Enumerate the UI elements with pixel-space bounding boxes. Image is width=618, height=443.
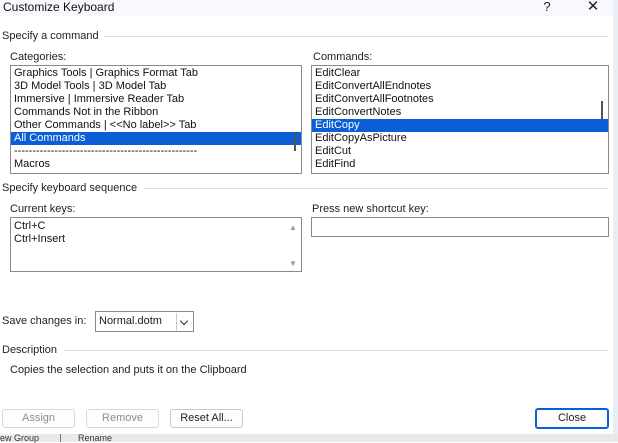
background-rename-label: Rename <box>78 433 113 443</box>
background-group-label: ew Group <box>0 433 40 443</box>
dialog-title: Customize Keyboard <box>3 0 115 14</box>
specify-command-heading: Specify a command <box>2 30 99 42</box>
commands-label: Commands: <box>313 51 373 63</box>
description-heading: Description <box>2 344 58 356</box>
scroll-thumb[interactable] <box>294 133 296 151</box>
category-item[interactable]: 3D Model Tools | 3D Model Tab <box>11 80 301 93</box>
category-item[interactable]: Commands Not in the Ribbon <box>11 106 301 119</box>
current-keys-label: Current keys: <box>10 203 76 215</box>
commands-list[interactable]: EditClear EditConvertAllEndnotes EditConve… <box>311 65 609 174</box>
reset-all-button[interactable]: Reset All... <box>170 409 243 428</box>
current-keys-list[interactable]: Ctrl+C Ctrl+Insert ▲ ▼ <box>10 217 302 272</box>
scroll-down-icon[interactable]: ▼ <box>288 259 298 269</box>
description-text: Copies the selection and puts it on the … <box>10 364 247 376</box>
section-divider <box>144 188 608 189</box>
category-item[interactable]: Graphics Tools | Graphics Format Tab <box>11 67 301 80</box>
scroll-thumb[interactable] <box>601 101 603 119</box>
command-item[interactable]: EditConvertNotes <box>312 106 608 119</box>
command-item[interactable]: EditCopyAsPicture <box>312 132 608 145</box>
command-item[interactable]: EditConvertAllEndnotes <box>312 80 608 93</box>
assign-button[interactable]: Assign <box>2 409 75 428</box>
keyboard-sequence-heading: Specify keyboard sequence <box>2 182 138 194</box>
categories-label: Categories: <box>10 51 67 63</box>
background-divider <box>60 434 61 442</box>
chevron-down-icon[interactable] <box>176 313 192 331</box>
category-item[interactable]: Other Commands | <<No label>> Tab <box>11 119 301 132</box>
section-divider <box>64 350 608 351</box>
save-changes-label: Save changes in: <box>2 315 87 327</box>
category-item[interactable]: Macros <box>11 158 301 171</box>
remove-button[interactable]: Remove <box>86 409 159 428</box>
command-item[interactable]: EditCopy <box>312 119 608 132</box>
current-key-item[interactable]: Ctrl+C <box>11 220 301 233</box>
command-item[interactable]: EditFind <box>312 158 608 171</box>
section-divider <box>104 36 608 37</box>
dialog-right-edge <box>613 0 618 442</box>
close-button[interactable]: Close <box>535 408 609 429</box>
new-shortcut-input[interactable] <box>311 217 609 237</box>
current-key-item[interactable]: Ctrl+Insert <box>11 233 301 246</box>
command-item[interactable]: EditConvertAllFootnotes <box>312 93 608 106</box>
category-item[interactable]: ----------------------------------------… <box>11 145 301 158</box>
categories-list[interactable]: Graphics Tools | Graphics Format Tab 3D M… <box>10 65 302 174</box>
save-changes-dropdown[interactable]: Normal.dotm <box>95 311 194 332</box>
scroll-up-icon[interactable]: ▲ <box>288 223 298 233</box>
command-item[interactable]: EditClear <box>312 67 608 80</box>
help-button[interactable]: ? <box>537 0 557 15</box>
categories-scrollbar[interactable] <box>290 67 300 172</box>
commands-scrollbar[interactable] <box>597 67 607 172</box>
category-item[interactable]: Immersive | Immersive Reader Tab <box>11 93 301 106</box>
new-shortcut-label: Press new shortcut key: <box>312 203 429 215</box>
category-item[interactable]: All Commands <box>11 132 301 145</box>
save-changes-value: Normal.dotm <box>99 315 162 327</box>
close-icon[interactable]: ✕ <box>582 0 604 15</box>
command-item[interactable]: EditCut <box>312 145 608 158</box>
